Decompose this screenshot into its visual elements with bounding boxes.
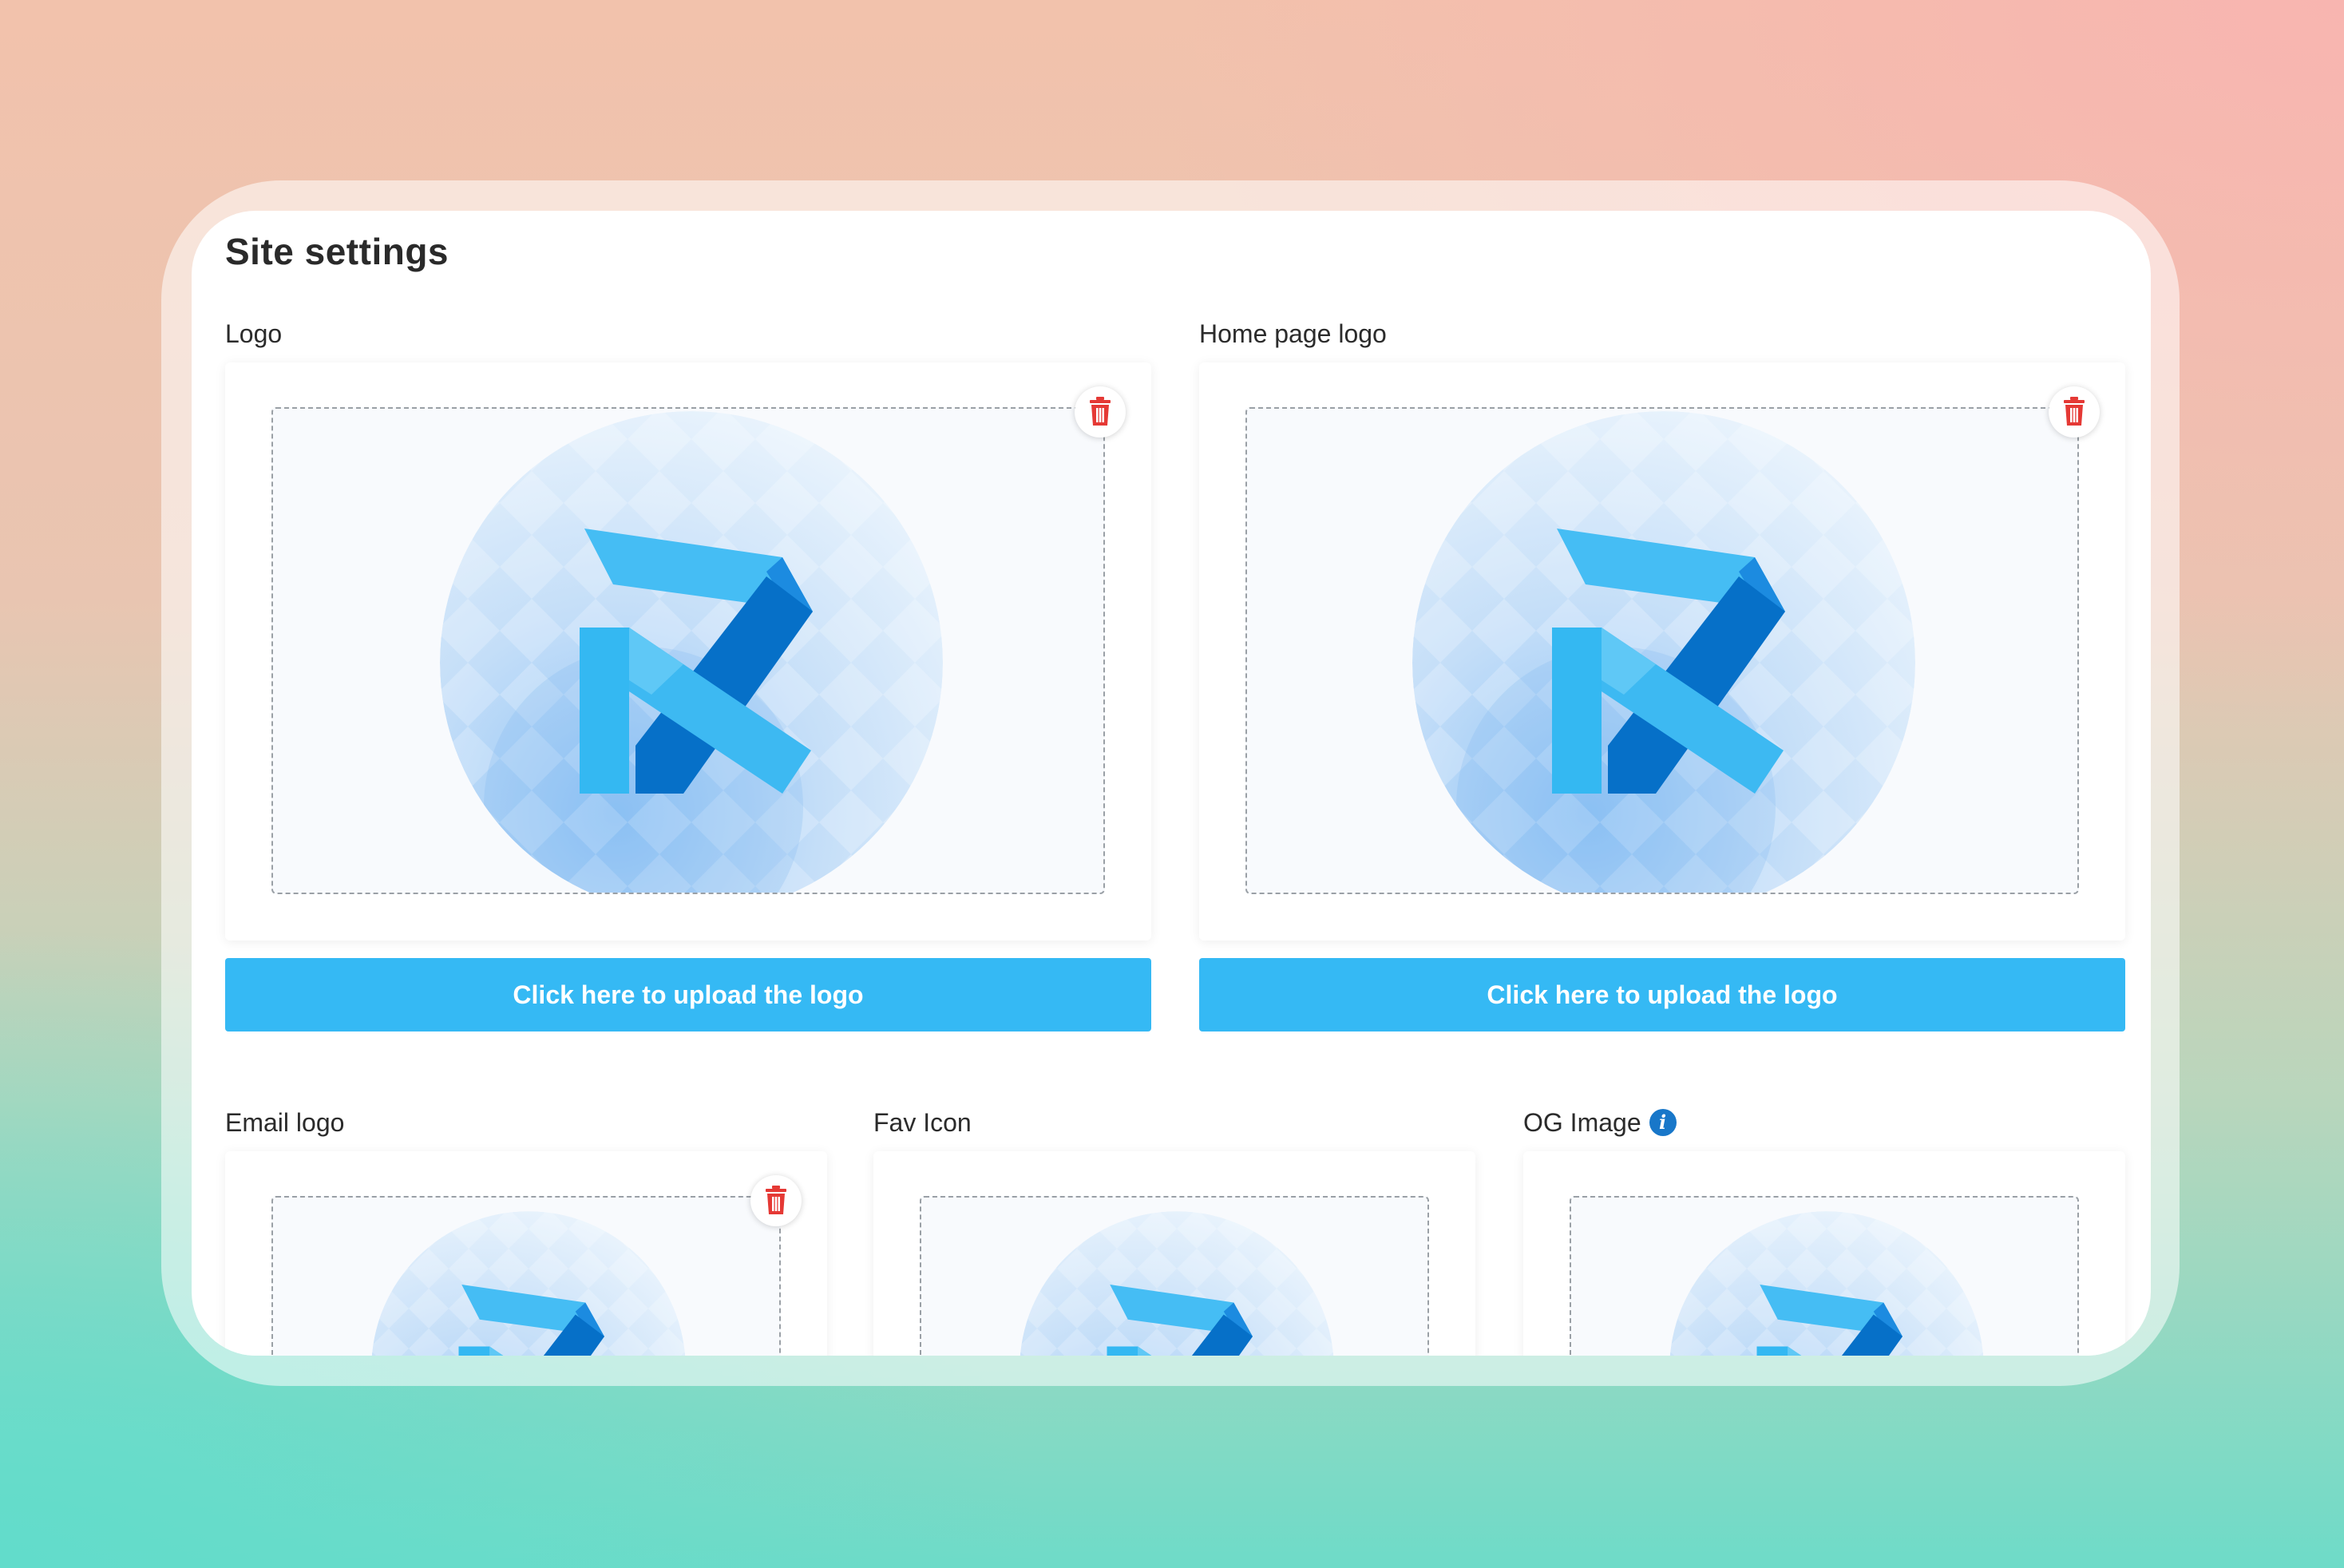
logo-preview-box (225, 362, 1151, 940)
info-icon[interactable]: i (1649, 1109, 1677, 1136)
home-page-logo-preview-box (1199, 362, 2125, 940)
home-page-logo-section: Home page logo Click here to upload the … (1199, 315, 2125, 1031)
trash-icon (1090, 397, 1111, 426)
fav-icon-image (1017, 1209, 1336, 1356)
home-page-logo-dropzone[interactable] (1245, 407, 2079, 894)
logo-upload-button[interactable]: Click here to upload the logo (225, 958, 1151, 1031)
home-page-logo-label: Home page logo (1199, 319, 1387, 348)
settings-card: Site settings Logo Click here to upload … (192, 211, 2151, 1356)
logo-dropzone[interactable] (271, 407, 1105, 894)
og-image-dropzone[interactable] (1570, 1196, 2079, 1356)
home-page-logo-delete-button[interactable] (2049, 386, 2100, 438)
email-logo-preview-box (225, 1151, 827, 1356)
email-logo-section: Email logo (225, 1103, 827, 1356)
trash-icon (2064, 397, 2085, 426)
og-image-image (1667, 1209, 1986, 1356)
fav-icon-dropzone[interactable] (920, 1196, 1429, 1356)
og-image-label: OG Image (1523, 1108, 1641, 1137)
email-logo-label: Email logo (225, 1108, 345, 1137)
trash-icon (766, 1186, 786, 1214)
og-image-section: OG Image i (1523, 1103, 2125, 1356)
email-logo-dropzone[interactable] (271, 1196, 781, 1356)
og-image-label-row: OG Image i (1523, 1103, 2125, 1142)
email-logo-delete-button[interactable] (750, 1175, 802, 1226)
fav-icon-preview-box (873, 1151, 1475, 1356)
fav-icon-section: Fav Icon (873, 1103, 1475, 1356)
og-image-preview-box (1523, 1151, 2125, 1356)
fav-icon-label: Fav Icon (873, 1108, 972, 1137)
logo-label: Logo (225, 319, 283, 348)
email-logo-image (369, 1209, 688, 1356)
home-page-logo-upload-button[interactable]: Click here to upload the logo (1199, 958, 2125, 1031)
logo-delete-button[interactable] (1075, 386, 1126, 438)
page-title: Site settings (225, 231, 449, 272)
home-page-logo-image (1408, 407, 1919, 894)
logo-image (436, 407, 947, 894)
logo-section: Logo Click here to upload the logo (225, 315, 1151, 1031)
